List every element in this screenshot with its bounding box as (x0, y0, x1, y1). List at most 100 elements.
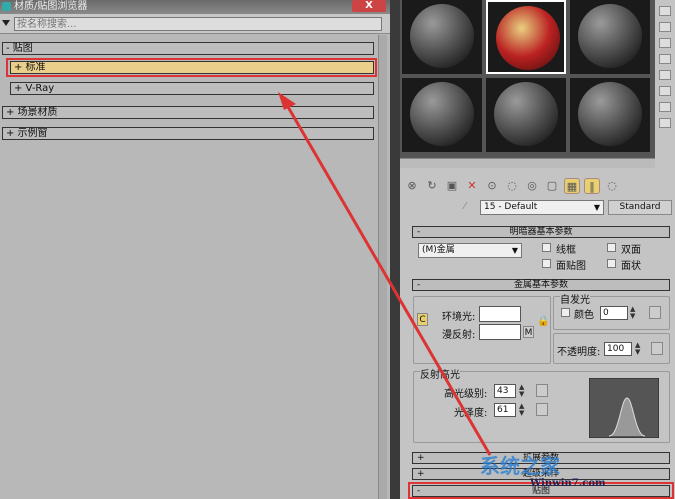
rollout-title: 金属基本参数 (513, 280, 568, 290)
color-label: 颜色 (574, 310, 594, 321)
two-sided-label: 双面 (621, 245, 641, 256)
glossiness-label: 光泽度: (454, 408, 488, 419)
make-unique-icon[interactable]: ◌ (504, 178, 520, 194)
two-sided-checkbox[interactable] (607, 243, 616, 252)
opacity-value[interactable]: 100 (604, 342, 632, 356)
delete-icon[interactable]: ✕ (464, 178, 480, 194)
diffuse-map-button[interactable]: M (523, 326, 534, 338)
show-shaded-icon[interactable]: ▦ (564, 178, 580, 194)
spinner-icon[interactable]: ▲ ▼ (630, 306, 637, 320)
watermark-url: Winwin7.com (530, 478, 606, 489)
tool-icon[interactable] (659, 86, 671, 96)
search-input[interactable] (14, 17, 382, 31)
diffuse-color-swatch[interactable] (479, 324, 521, 340)
tool-icon[interactable] (659, 118, 671, 128)
self-illum-color-checkbox[interactable] (561, 308, 570, 317)
show-end-result-icon[interactable]: ‖ (584, 178, 600, 194)
sample-slot[interactable] (402, 0, 482, 74)
title-bar: 材质/贴图浏览器 X (0, 0, 390, 14)
chevron-down-icon: ▼ (593, 203, 600, 212)
sphere-preview (410, 4, 474, 68)
material-name-field[interactable]: 15 - Default ▼ (480, 200, 604, 215)
material-id-icon[interactable]: ◎ (524, 178, 540, 194)
spec-level-map-button[interactable] (536, 384, 548, 397)
spinner-icon[interactable]: ▲ ▼ (519, 403, 526, 417)
assign-material-icon[interactable]: ▣ (444, 178, 460, 194)
group-sample-slots[interactable]: + 示例窗 (2, 127, 374, 140)
highlight-curve-graph (589, 378, 659, 438)
tool-icon[interactable] (659, 6, 671, 16)
sample-slot[interactable] (486, 78, 566, 152)
window-title: 材质/贴图浏览器 (14, 1, 88, 12)
opacity-label: 不透明度: (557, 347, 601, 358)
shader-value: (M)金属 (422, 245, 455, 255)
put-to-scene-icon[interactable]: ↻ (424, 178, 440, 194)
material-name-row: ⁄ 15 - Default ▼ Standard (400, 200, 675, 216)
diffuse-label: 漫反射: (442, 330, 476, 341)
tool-icon[interactable] (659, 54, 671, 64)
show-map-icon[interactable]: ▢ (544, 178, 560, 194)
shader-dropdown[interactable]: (M)金属 ▼ (418, 243, 522, 258)
editor-toolbar: ⊗ ↻ ▣ ✕ ⊙ ◌ ◎ ▢ ▦ ‖ ◌ (400, 178, 675, 196)
wire-label: 线框 (556, 245, 576, 256)
faceted-checkbox[interactable] (607, 259, 616, 268)
rollout-title: 明暗器基本参数 (509, 227, 573, 237)
spinner-icon[interactable]: ▲ ▼ (519, 384, 526, 398)
spinner-icon[interactable]: ▲ ▼ (635, 342, 642, 356)
side-toolbar (655, 0, 675, 170)
material-type-button[interactable]: Standard (608, 200, 672, 215)
get-material-icon[interactable]: ⊗ (404, 178, 420, 194)
spec-level-value[interactable]: 43 (494, 384, 516, 398)
material-map-browser: 材质/贴图浏览器 X - 贴图 + 标准 + V-Ray + 场景材质 + 示例… (0, 0, 390, 499)
sphere-preview (578, 82, 642, 146)
group-vray[interactable]: + V-Ray (10, 82, 374, 95)
faceted-label: 面状 (621, 261, 641, 272)
sample-slot[interactable] (402, 78, 482, 152)
face-map-checkbox[interactable] (542, 259, 551, 268)
spec-level-label: 高光级别: (444, 389, 488, 400)
self-illum-map-button[interactable] (649, 306, 661, 319)
annotation-box (6, 58, 377, 77)
make-copy-icon[interactable]: ⊙ (484, 178, 500, 194)
sphere-preview (578, 4, 642, 68)
rollout-shader-basic[interactable]: - 明暗器基本参数 (412, 226, 670, 238)
material-name: 15 - Default (484, 202, 538, 212)
go-parent-icon[interactable]: ◌ (604, 178, 620, 194)
app-icon (2, 2, 11, 11)
search-row (0, 14, 390, 34)
opacity-map-button[interactable] (651, 342, 663, 355)
rollout-metal-basic[interactable]: - 金属基本参数 (412, 279, 670, 291)
sample-slot-active[interactable] (486, 0, 566, 74)
group-scene-materials[interactable]: + 场景材质 (2, 106, 374, 119)
tool-icon[interactable] (659, 38, 671, 48)
options-dropdown-icon[interactable] (2, 20, 10, 26)
glossiness-value[interactable]: 61 (494, 403, 516, 417)
chevron-down-icon: ▼ (511, 246, 518, 255)
close-button[interactable]: X (352, 0, 386, 12)
tool-icon[interactable] (659, 70, 671, 80)
ambient-label: 环境光: (442, 312, 476, 323)
sphere-preview (494, 82, 558, 146)
face-map-label: 面贴图 (556, 261, 586, 272)
sample-slots (400, 0, 655, 160)
specular-label: 反射高光 (420, 366, 460, 381)
ambient-color-swatch[interactable] (479, 306, 521, 322)
watermark-text: 系统之家 (480, 454, 560, 478)
sphere-preview (496, 6, 560, 70)
wire-checkbox[interactable] (542, 243, 551, 252)
sample-slot[interactable] (570, 0, 650, 74)
horizontal-scrollbar[interactable] (400, 158, 655, 168)
self-illumination-label: 自发光 (560, 291, 590, 306)
tool-icon[interactable] (659, 102, 671, 112)
lock-ambient-diffuse-button[interactable]: C (417, 313, 428, 326)
sphere-preview (410, 82, 474, 146)
glossiness-map-button[interactable] (536, 403, 548, 416)
group-maps[interactable]: - 贴图 (2, 42, 374, 55)
scrollbar[interactable] (378, 35, 387, 499)
sample-slot[interactable] (570, 78, 650, 152)
eyedropper-icon[interactable]: ⁄ (464, 201, 466, 212)
tool-icon[interactable] (659, 22, 671, 32)
lock-icon[interactable]: 🔒 (537, 316, 549, 327)
material-editor: ⊗ ↻ ▣ ✕ ⊙ ◌ ◎ ▢ ▦ ‖ ◌ ⁄ 15 - Default ▼ St… (400, 0, 675, 499)
self-illum-value[interactable]: 0 (600, 306, 628, 320)
